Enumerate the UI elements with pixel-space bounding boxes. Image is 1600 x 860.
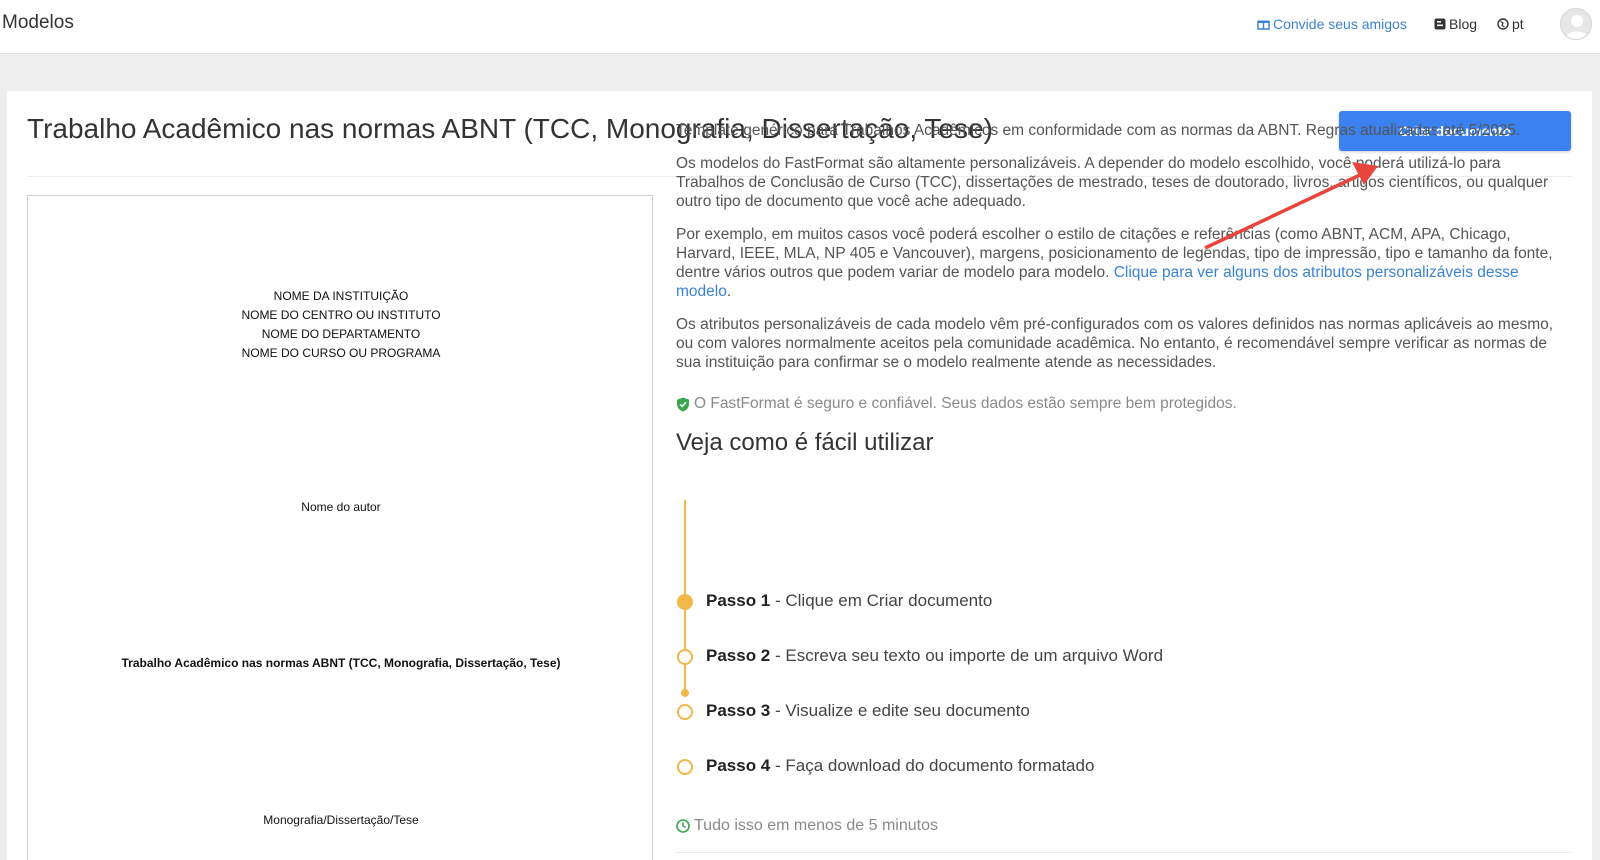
step-description: - Escreva seu texto ou importe de um arq… — [770, 646, 1164, 665]
description-paragraph: Template genérico para Trabalhos Acadêmi… — [676, 122, 1521, 139]
step-item: Passo 3 - Visualize e edite seu document… — [706, 701, 1030, 721]
preview-institution-line: NOME DO DEPARTAMENTO — [261, 327, 421, 341]
preview-institution-line: NOME DO CURSO OU PROGRAMA — [241, 346, 441, 360]
step-label: Passo 2 — [706, 646, 771, 665]
step-description: - Clique em Criar documento — [770, 591, 993, 610]
user-icon — [1565, 15, 1589, 39]
step-marker — [677, 594, 693, 610]
description-paragraph: Os atributos personalizáveis de cada mod… — [676, 316, 1554, 371]
preview-institution-line: NOME DA INSTITUIÇÃO — [273, 289, 409, 303]
preview-doc-type: Monografia/Dissertação/Tese — [263, 813, 419, 827]
language-label: pt — [1512, 16, 1524, 32]
blog-icon — [1434, 18, 1446, 30]
brand-title[interactable]: Modelos — [2, 12, 74, 34]
step-item: Passo 2 - Escreva seu texto ou importe d… — [706, 646, 1163, 666]
step-label: Passo 1 — [706, 591, 771, 610]
secure-note-text: O FastFormat é seguro e confiável. Seus … — [694, 395, 1237, 412]
invite-friends-label: Convide seus amigos — [1273, 16, 1407, 32]
duration-note: Tudo isso em menos de 5 minutos — [676, 817, 938, 835]
shield-check-icon — [677, 397, 689, 411]
preview-author: Nome do autor — [301, 500, 381, 514]
step-item: Passo 1 - Clique em Criar documento — [706, 591, 992, 611]
steps-timeline-end — [681, 689, 689, 697]
step-item: Passo 4 - Faça download do documento for… — [706, 756, 1094, 776]
secure-note: O FastFormat é seguro e confiável. Seus … — [676, 395, 1237, 413]
step-marker — [677, 649, 693, 665]
step-marker — [677, 759, 693, 775]
gift-icon — [1257, 20, 1270, 30]
how-to-title: Veja como é fácil utilizar — [676, 429, 934, 456]
invite-friends-link[interactable]: Convide seus amigos — [1257, 16, 1407, 32]
language-selector[interactable]: pt — [1497, 16, 1524, 32]
preview-institution-block: NOME DA INSTITUIÇÃO NOME DO CENTRO OU IN… — [28, 287, 654, 363]
step-description: - Visualize e edite seu documento — [770, 701, 1030, 720]
blog-label: Blog — [1449, 16, 1478, 32]
step-label: Passo 4 — [706, 756, 771, 775]
description-paragraph: Os modelos do FastFormat são altamente p… — [676, 155, 1549, 210]
clock-icon — [676, 819, 690, 833]
description-paragraph: Por exemplo, em muitos casos você poderá… — [676, 225, 1571, 301]
duration-text: Tudo isso em menos de 5 minutos — [694, 817, 938, 834]
document-preview: NOME DA INSTITUIÇÃO NOME DO CENTRO OU IN… — [27, 195, 653, 860]
blog-link[interactable]: Blog — [1434, 16, 1477, 32]
template-description: Template genérico para Trabalhos Acadêmi… — [676, 121, 1571, 386]
bottom-divider — [676, 852, 1571, 853]
step-description: - Faça download do documento formatado — [770, 756, 1095, 775]
globe-icon — [1497, 18, 1509, 30]
preview-institution-line: NOME DO CENTRO OU INSTITUTO — [241, 308, 441, 322]
step-label: Passo 3 — [706, 701, 771, 720]
top-navbar: Modelos Convide seus amigos Blog pt — [0, 0, 1600, 54]
preview-title: Trabalho Acadêmico nas normas ABNT (TCC,… — [121, 656, 561, 670]
description-text: . — [726, 283, 732, 300]
user-avatar[interactable] — [1560, 8, 1592, 40]
step-marker — [677, 704, 693, 720]
